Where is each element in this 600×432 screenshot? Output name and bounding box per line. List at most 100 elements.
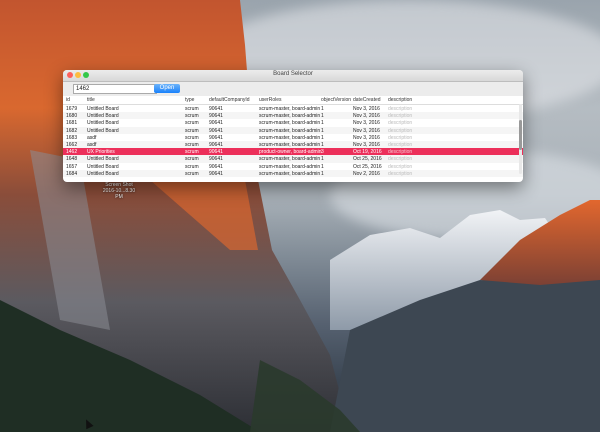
- vertical-scrollbar[interactable]: [519, 104, 522, 174]
- cell-roles: scrum-master, board-admin: [259, 163, 321, 170]
- cell-title: UX Priorities: [87, 149, 115, 156]
- cell-version: 1: [321, 134, 324, 141]
- column-header-roles[interactable]: userRoles: [259, 97, 282, 103]
- cell-description: description: [388, 163, 413, 170]
- cell-date: Nov 3, 2016: [353, 106, 380, 112]
- table-row[interactable]: 1648 Untitled Board scrum 90641 scrum-ma…: [63, 155, 523, 163]
- cell-title: Untitled Board: [87, 113, 119, 120]
- cell-date: Nov 3, 2016: [353, 141, 380, 148]
- cell-type: scrum: [185, 127, 199, 134]
- cell-id: 1684: [66, 170, 78, 177]
- cell-id: 1648: [66, 156, 78, 163]
- cell-id: 1662: [66, 141, 78, 148]
- cell-description: description: [388, 170, 413, 177]
- cell-title: asdf: [87, 134, 97, 141]
- table-row[interactable]: 1683 asdf scrum 90641 scrum-master, boar…: [63, 134, 523, 141]
- cell-title: asdf: [87, 141, 97, 148]
- cell-company: 90641: [209, 141, 223, 148]
- cell-version: 1: [321, 120, 324, 127]
- table-row[interactable]: 1662 asdf scrum 90641 scrum-master, boar…: [63, 140, 523, 149]
- open-button[interactable]: Open: [154, 84, 180, 93]
- column-header-version[interactable]: objectVersion: [321, 97, 351, 103]
- cell-description: description: [388, 113, 413, 120]
- cell-title: Untitled Board: [87, 163, 119, 170]
- cell-description: description: [388, 149, 413, 156]
- search-input[interactable]: 1462: [73, 84, 157, 94]
- cell-company: 90641: [209, 163, 223, 170]
- desktop-icon-date: 2016-10...8.30 PM: [102, 188, 136, 200]
- cell-version: 1: [321, 170, 324, 177]
- cell-id: 1681: [66, 120, 78, 127]
- cell-description: description: [388, 120, 413, 127]
- cell-roles: scrum-master, board-admin: [259, 141, 321, 148]
- cell-description: description: [388, 127, 413, 134]
- cell-id: 1462: [66, 149, 78, 156]
- cell-date: Nov 3, 2016: [353, 127, 380, 134]
- cell-type: scrum: [185, 170, 199, 177]
- cell-id: 1679: [66, 106, 78, 112]
- el-capitan-landscape: [0, 0, 600, 432]
- table-row[interactable]: 1681 Untitled Board scrum 90641 scrum-ma…: [63, 119, 523, 126]
- table-header: id title type defaultCompanyId userRoles…: [63, 96, 523, 105]
- title-bar[interactable]: Board Selector: [63, 70, 523, 82]
- cell-roles: scrum-master, board-admin: [259, 156, 321, 163]
- cell-date: Nov 2, 2016: [353, 170, 380, 177]
- column-header-title[interactable]: title: [87, 97, 95, 103]
- scrollbar-thumb[interactable]: [519, 120, 522, 150]
- table-row[interactable]: 1679 Untitled Board scrum 90641 scrum-ma…: [63, 105, 523, 112]
- board-table-body: 1679 Untitled Board scrum 90641 scrum-ma…: [63, 105, 523, 182]
- cell-type: scrum: [185, 141, 199, 148]
- cell-version: 3: [321, 149, 324, 156]
- cell-company: 90641: [209, 170, 223, 177]
- cell-title: Untitled Board: [87, 106, 119, 112]
- table-row[interactable]: 1657 Untitled Board scrum 90641 scrum-ma…: [63, 163, 523, 170]
- cell-roles: scrum-master, board-admin: [259, 113, 321, 120]
- table-row[interactable]: 1682 Untitled Board scrum 90641 scrum-ma…: [63, 126, 523, 134]
- cell-roles: scrum-master, board-admin: [259, 134, 321, 141]
- cell-company: 90641: [209, 106, 223, 112]
- toolbar: 1462 Open: [63, 82, 523, 96]
- desktop-wallpaper: Screen Shot 2016-10...8.30 PM: [0, 0, 600, 432]
- cell-title: Untitled Board: [87, 170, 119, 177]
- cell-company: 90641: [209, 156, 223, 163]
- cell-company: 90641: [209, 120, 223, 127]
- cell-date: Oct 25, 2016: [353, 163, 382, 170]
- table-row[interactable]: 1684 Untitled Board scrum 90641 scrum-ma…: [63, 169, 523, 177]
- column-header-description[interactable]: description: [388, 97, 412, 103]
- column-header-company[interactable]: defaultCompanyId: [209, 97, 250, 103]
- cell-roles: scrum-master, board-admin: [259, 106, 321, 112]
- cell-version: 1: [321, 156, 324, 163]
- cell-id: 1682: [66, 127, 78, 134]
- cell-type: scrum: [185, 156, 199, 163]
- cell-description: description: [388, 156, 413, 163]
- cell-version: 1: [321, 141, 324, 148]
- column-header-id[interactable]: id: [66, 97, 70, 103]
- cell-type: scrum: [185, 163, 199, 170]
- cell-date: Nov 3, 2016: [353, 113, 380, 120]
- cell-version: 1: [321, 113, 324, 120]
- cell-roles: scrum-master, board-admin: [259, 127, 321, 134]
- cell-title: Untitled Board: [87, 127, 119, 134]
- window-title: Board Selector: [273, 71, 313, 77]
- cell-company: 90641: [209, 113, 223, 120]
- cell-date: Oct 19, 2016: [353, 149, 382, 156]
- cell-company: 90641: [209, 149, 223, 156]
- cell-type: scrum: [185, 106, 199, 112]
- cell-title: Untitled Board: [87, 120, 119, 127]
- column-header-date[interactable]: dateCreated: [353, 97, 381, 103]
- cell-description: description: [388, 106, 413, 112]
- desktop-screenshot-icon[interactable]: Screen Shot 2016-10...8.30 PM: [100, 182, 138, 200]
- cell-roles: product-owner, board-admin: [259, 149, 322, 156]
- table-row[interactable]: 1680 Untitled Board scrum 90641 scrum-ma…: [63, 112, 523, 120]
- cell-type: scrum: [185, 134, 199, 141]
- cell-date: Nov 3, 2016: [353, 120, 380, 127]
- cell-company: 90641: [209, 134, 223, 141]
- table-row-selected[interactable]: 1462 UX Priorities scrum 90641 product-o…: [63, 148, 523, 156]
- cell-roles: scrum-master, board-admin: [259, 170, 321, 177]
- cell-company: 90641: [209, 127, 223, 134]
- column-header-type[interactable]: type: [185, 97, 194, 103]
- cell-type: scrum: [185, 120, 199, 127]
- cell-type: scrum: [185, 149, 199, 156]
- cell-date: Oct 25, 2016: [353, 156, 382, 163]
- cell-version: 1: [321, 127, 324, 134]
